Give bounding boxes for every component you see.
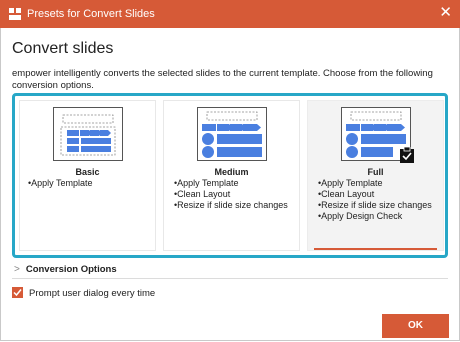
feature-item: Apply Template [318,178,432,189]
app-icon [9,8,21,20]
selected-indicator [314,248,437,250]
prompt-checkbox-label: Prompt user dialog every time [29,288,156,299]
conversion-options-label: Conversion Options [25,264,117,275]
design-check-clipboard-icon [400,147,414,163]
divider [12,278,448,279]
prompt-checkbox[interactable] [12,287,23,298]
feature-item: Clean Layout [174,189,288,200]
title-bar: Presets for Convert Slides ✕ [0,0,460,28]
window-title: Presets for Convert Slides [27,8,155,20]
preset-card-full[interactable]: Full Apply Template Clean Layout Resize … [307,100,444,251]
preset-features-basic: Apply Template [28,178,92,189]
chevron-right-icon: > [14,264,20,275]
close-icon[interactable]: ✕ [439,5,452,21]
feature-item: Clean Layout [318,189,432,200]
preset-selection-frame: Basic Apply Template Medium Apply Templa… [12,93,448,258]
conversion-options-expander[interactable]: > Conversion Options [14,264,117,275]
feature-item: Resize if slide size changes [174,200,288,211]
medium-slide-thumbnail [196,107,267,161]
preset-card-medium[interactable]: Medium Apply Template Clean Layout Resiz… [163,100,300,251]
basic-slide-thumbnail [52,107,123,161]
checkmark-icon [13,289,22,297]
preset-features-full: Apply Template Clean Layout Resize if sl… [318,178,432,222]
feature-item: Apply Template [174,178,288,189]
ok-button[interactable]: OK [382,314,449,338]
feature-item: Apply Design Check [318,211,432,222]
feature-item: Resize if slide size changes [318,200,432,211]
prompt-checkbox-row[interactable]: Prompt user dialog every time [12,287,155,299]
preset-card-basic[interactable]: Basic Apply Template [19,100,156,251]
description-text: empower intelligently converts the selec… [12,68,433,91]
preset-title-basic: Basic [75,167,100,177]
preset-title-medium: Medium [214,167,249,177]
feature-item: Apply Template [28,178,92,189]
preset-features-medium: Apply Template Clean Layout Resize if sl… [174,178,288,211]
preset-title-full: Full [367,167,384,177]
page-title: Convert slides [12,40,114,57]
